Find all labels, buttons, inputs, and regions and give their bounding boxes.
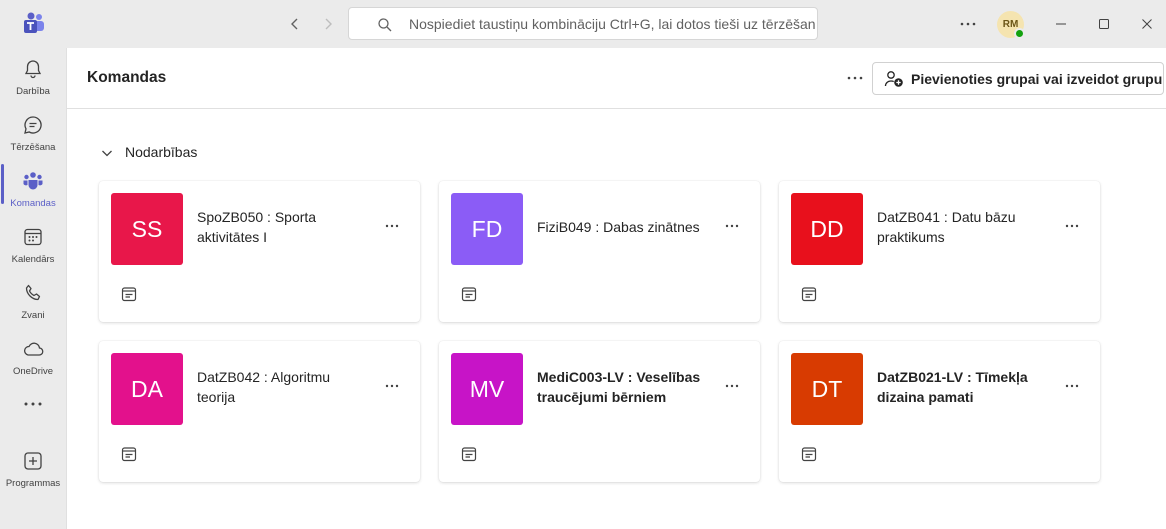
assignments-icon[interactable] xyxy=(460,285,478,303)
team-more-button[interactable] xyxy=(381,215,403,237)
teams-icon xyxy=(23,172,43,190)
presence-available-icon xyxy=(1014,28,1025,39)
team-name: MediC003-LV : Veselības traucējumi bērni… xyxy=(537,363,702,411)
rail-item-calls[interactable]: Zvani xyxy=(0,278,66,332)
rail-item-label: OneDrive xyxy=(12,366,54,377)
people-add-icon xyxy=(884,71,903,87)
team-name-text: SpoZB050 : Sporta aktivitātes I xyxy=(197,209,317,245)
more-options-button[interactable] xyxy=(844,66,866,90)
rail-item-label: Zvani xyxy=(21,310,45,321)
team-name-text: MediC003-LV : Veselības traucējumi bērni… xyxy=(537,369,701,405)
rail-more-apps-button[interactable] xyxy=(0,396,66,424)
team-avatar: MV xyxy=(451,353,523,425)
more-horizontal-icon xyxy=(24,402,42,406)
team-more-button[interactable] xyxy=(1061,375,1083,397)
more-horizontal-icon xyxy=(725,384,739,388)
team-name-text: DatZB042 : Algoritmu teorija xyxy=(197,369,331,405)
team-name: DatZB021-LV : Tīmekļa dizaina pamati xyxy=(877,363,1042,411)
rail-item-onedrive[interactable]: OneDrive xyxy=(0,334,66,388)
team-card[interactable]: FD FiziB049 : Dabas zinātnes xyxy=(439,181,760,322)
maximize-button[interactable] xyxy=(1092,12,1116,36)
settings-more-button[interactable] xyxy=(956,12,980,36)
app-bar: Darbība Tērzēšana Komandas Kalendārs Zva… xyxy=(0,48,67,529)
assignments-icon[interactable] xyxy=(800,285,818,303)
more-horizontal-icon xyxy=(960,22,976,26)
team-name: DatZB041 : Datu bāzu praktikums xyxy=(877,203,1042,251)
team-avatar: DA xyxy=(111,353,183,425)
join-button-label: Pievienoties grupai vai izveidot grupu xyxy=(911,71,1163,87)
chat-icon xyxy=(24,116,42,134)
teams-logo-icon[interactable] xyxy=(20,12,46,36)
more-horizontal-icon xyxy=(1065,224,1079,228)
rail-item-label: Komandas xyxy=(10,198,56,209)
team-more-button[interactable] xyxy=(381,375,403,397)
assignments-icon[interactable] xyxy=(120,445,138,463)
search-placeholder: Nospiediet taustiņu kombināciju Ctrl+G, … xyxy=(409,16,816,32)
chevron-right-icon xyxy=(325,18,332,30)
rail-item-label: Darbība xyxy=(16,86,50,97)
page-title: Komandas xyxy=(87,69,167,86)
team-card[interactable]: MV MediC003-LV : Veselības traucējumi bēr… xyxy=(439,341,760,482)
close-icon xyxy=(1142,19,1152,29)
team-card[interactable]: SS SpoZB050 : Sporta aktivitātes I xyxy=(99,181,420,322)
more-horizontal-icon xyxy=(385,224,399,228)
assignments-icon[interactable] xyxy=(460,445,478,463)
search-icon xyxy=(378,18,392,32)
team-avatar: DD xyxy=(791,193,863,265)
rail-item-apps[interactable]: Programmas xyxy=(0,446,66,500)
minimize-button[interactable] xyxy=(1049,12,1073,36)
assignments-icon[interactable] xyxy=(800,445,818,463)
bell-icon xyxy=(24,60,42,79)
team-more-button[interactable] xyxy=(721,375,743,397)
rail-item-label: Tērzēšana xyxy=(10,142,56,153)
team-more-button[interactable] xyxy=(721,215,743,237)
more-horizontal-icon xyxy=(725,224,739,228)
more-horizontal-icon xyxy=(385,384,399,388)
team-card[interactable]: DT DatZB021-LV : Tīmekļa dizaina pamati xyxy=(779,341,1100,482)
more-horizontal-icon xyxy=(1065,384,1079,388)
add-apps-icon xyxy=(24,452,42,470)
rail-item-chat[interactable]: Tērzēšana xyxy=(0,110,66,164)
assignments-icon[interactable] xyxy=(120,285,138,303)
team-name-text: DatZB041 : Datu bāzu praktikums xyxy=(877,209,1016,245)
team-name: FiziB049 : Dabas zinātnes xyxy=(537,203,702,251)
chevron-left-icon xyxy=(291,18,298,30)
rail-item-teams[interactable]: Komandas xyxy=(0,166,66,220)
section-title[interactable]: Nodarbības xyxy=(125,144,197,160)
maximize-icon xyxy=(1099,19,1109,29)
team-name-text: FiziB049 : Dabas zinātnes xyxy=(537,219,700,235)
team-name-text: DatZB021-LV : Tīmekļa dizaina pamati xyxy=(877,369,1028,405)
search-input[interactable]: Nospiediet taustiņu kombināciju Ctrl+G, … xyxy=(348,7,818,40)
more-horizontal-icon xyxy=(847,76,863,80)
team-avatar: DT xyxy=(791,353,863,425)
page-header: Komandas Pievienoties grupai vai izveido… xyxy=(67,48,1166,109)
minimize-icon xyxy=(1056,23,1066,25)
rail-item-label: Kalendārs xyxy=(11,254,55,265)
rail-item-activity[interactable]: Darbība xyxy=(0,54,66,108)
team-avatar: SS xyxy=(111,193,183,265)
forward-button[interactable] xyxy=(316,12,340,36)
chevron-down-icon[interactable] xyxy=(100,146,114,160)
team-name: SpoZB050 : Sporta aktivitātes I xyxy=(197,203,362,251)
title-bar: Nospiediet taustiņu kombināciju Ctrl+G, … xyxy=(0,0,1166,48)
team-avatar: FD xyxy=(451,193,523,265)
team-card[interactable]: DD DatZB041 : Datu bāzu praktikums xyxy=(779,181,1100,322)
phone-icon xyxy=(25,284,41,301)
cloud-icon xyxy=(23,342,44,356)
team-name: DatZB042 : Algoritmu teorija xyxy=(197,363,362,411)
calendar-icon xyxy=(24,228,42,246)
rail-item-label: Programmas xyxy=(5,478,61,489)
back-button[interactable] xyxy=(283,12,307,36)
close-button[interactable] xyxy=(1135,12,1159,36)
team-more-button[interactable] xyxy=(1061,215,1083,237)
join-or-create-team-button[interactable]: Pievienoties grupai vai izveidot grupu xyxy=(872,62,1164,95)
team-card[interactable]: DA DatZB042 : Algoritmu teorija xyxy=(99,341,420,482)
rail-item-calendar[interactable]: Kalendārs xyxy=(0,222,66,276)
